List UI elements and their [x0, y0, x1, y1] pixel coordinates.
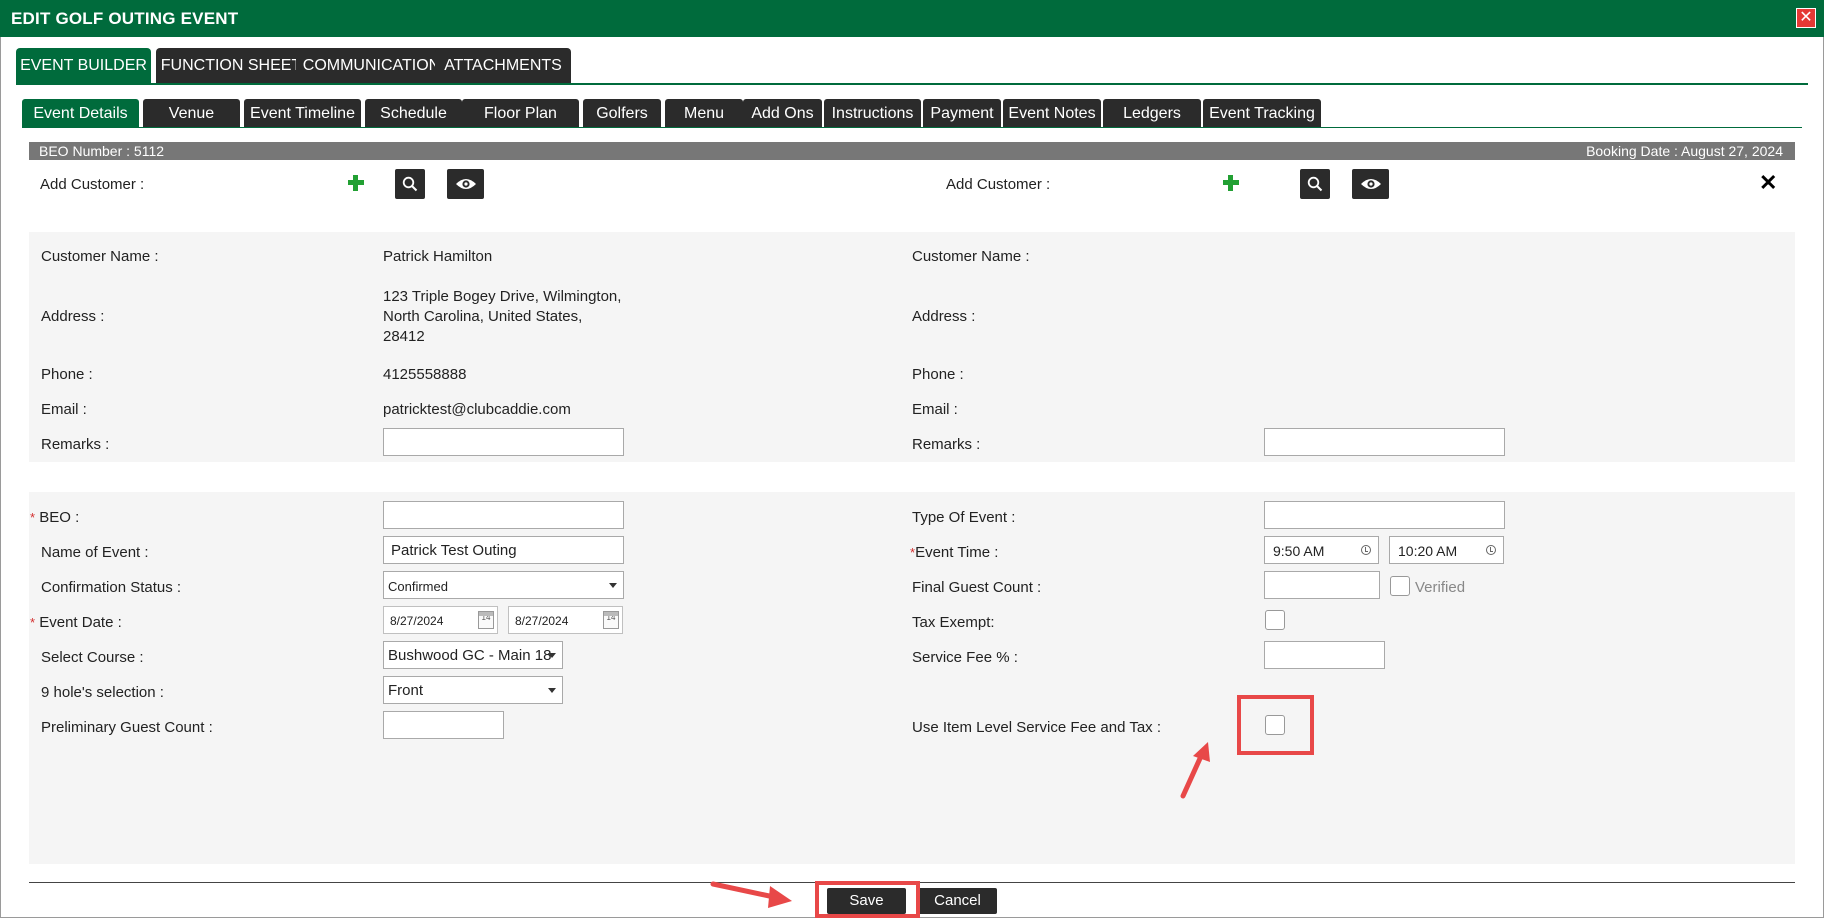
- address-line-3: 28412: [383, 328, 425, 345]
- cancel-button[interactable]: Cancel: [918, 888, 997, 914]
- event-time-end-picker[interactable]: 10:20 AM: [1389, 536, 1504, 564]
- service-fee-label: Service Fee % :: [912, 649, 1018, 666]
- item-level-service-fee-label: Use Item Level Service Fee and Tax :: [912, 719, 1162, 736]
- annotation-highlight-save: [815, 881, 920, 918]
- course-select[interactable]: Bushwood GC - Main 18: [383, 641, 563, 669]
- event-time-label: *Event Time :: [910, 544, 999, 561]
- subtab-instructions[interactable]: Instructions: [824, 99, 921, 127]
- address-label-right: Address :: [912, 308, 976, 325]
- required-mark: *: [30, 510, 36, 525]
- customer-info-panel: [29, 232, 1795, 462]
- tab-communication[interactable]: COMMUNICATION: [296, 48, 447, 84]
- search-customer-button-right[interactable]: [1300, 169, 1330, 199]
- tab-function-sheet[interactable]: FUNCTION SHEET: [156, 48, 306, 84]
- dialog-titlebar: EDIT GOLF OUTING EVENT ✕: [0, 0, 1824, 37]
- add-customer-label-right: Add Customer :: [946, 176, 1051, 193]
- subtab-event-tracking[interactable]: Event Tracking: [1203, 99, 1321, 127]
- address-label-left: Address :: [41, 308, 105, 325]
- add-customer-label-left: Add Customer :: [40, 176, 145, 193]
- email-label-right: Email :: [912, 401, 958, 418]
- subtab-payment[interactable]: Payment: [923, 99, 1001, 127]
- remarks-input-right[interactable]: [1264, 428, 1505, 456]
- beo-input[interactable]: [383, 501, 624, 529]
- add-customer-plus-icon-right[interactable]: [1222, 174, 1240, 192]
- beo-number: BEO Number : 5112: [39, 143, 165, 159]
- final-guest-count-label: Final Guest Count :: [912, 579, 1042, 596]
- search-icon: [402, 176, 418, 192]
- subtab-event-details[interactable]: Event Details: [22, 99, 139, 127]
- view-customer-button-left[interactable]: [447, 169, 484, 199]
- verified-label: Verified: [1415, 579, 1466, 596]
- subtab-add-ons[interactable]: Add Ons: [743, 99, 822, 127]
- event-name-label: Name of Event :: [41, 544, 149, 561]
- event-date-end-picker[interactable]: 8/27/2024 14: [508, 606, 623, 634]
- annotation-highlight-checkbox: [1237, 695, 1314, 755]
- close-icon[interactable]: ✕: [1796, 8, 1816, 28]
- clock-icon: [1361, 545, 1371, 555]
- verified-checkbox[interactable]: [1390, 576, 1410, 596]
- annotation-arrow-icon: [710, 881, 792, 908]
- remarks-label-right: Remarks :: [912, 436, 981, 453]
- select-course-label: Select Course :: [41, 649, 144, 666]
- dialog-title: EDIT GOLF OUTING EVENT: [11, 9, 239, 28]
- address-line-2: North Carolina, United States,: [383, 308, 583, 325]
- remove-customer-x-icon[interactable]: ✕: [1759, 172, 1777, 194]
- final-guest-count-input[interactable]: [1264, 571, 1380, 599]
- nine-hole-select[interactable]: Front: [383, 676, 563, 704]
- service-fee-input[interactable]: [1264, 641, 1385, 669]
- event-time-start-picker[interactable]: 9:50 AM: [1264, 536, 1379, 564]
- subtab-golfers[interactable]: Golfers: [583, 99, 661, 127]
- confirmation-status-select[interactable]: Confirmed: [383, 571, 624, 599]
- preliminary-guest-count-input[interactable]: [383, 711, 504, 739]
- search-customer-button-left[interactable]: [395, 169, 425, 199]
- search-icon: [1307, 176, 1323, 192]
- chevron-down-icon: [548, 653, 556, 658]
- tax-exempt-label: Tax Exempt:: [912, 614, 995, 631]
- phone-label-left: Phone :: [41, 366, 93, 383]
- customer-name-label-right: Customer Name :: [912, 248, 1030, 265]
- beo-header-bar: BEO Number : 5112 Booking Date : August …: [29, 142, 1795, 160]
- view-customer-button-right[interactable]: [1352, 169, 1389, 199]
- event-date-start-picker[interactable]: 8/27/2024 14: [383, 606, 498, 634]
- subtab-schedule[interactable]: Schedule: [365, 99, 462, 127]
- booking-date: Booking Date : August 27, 2024: [1586, 143, 1783, 159]
- add-customer-plus-icon-left[interactable]: [347, 174, 365, 192]
- phone-label-right: Phone :: [912, 366, 964, 383]
- calendar-icon[interactable]: 14: [478, 611, 494, 629]
- event-name-input[interactable]: [383, 536, 624, 564]
- type-of-event-input[interactable]: [1264, 501, 1505, 529]
- tax-exempt-checkbox[interactable]: [1265, 610, 1285, 630]
- email-label-left: Email :: [41, 401, 87, 418]
- subtab-event-timeline[interactable]: Event Timeline: [244, 99, 361, 127]
- chevron-down-icon: [609, 583, 617, 588]
- address-line-1: 123 Triple Bogey Drive, Wilmington,: [383, 288, 622, 305]
- tab-event-builder[interactable]: EVENT BUILDER: [16, 48, 151, 84]
- main-tab-underline: [16, 83, 1808, 85]
- sub-tab-underline: [22, 127, 1802, 128]
- eye-icon: [455, 179, 476, 189]
- remarks-label-left: Remarks :: [41, 436, 110, 453]
- nine-hole-label: 9 hole's selection :: [41, 684, 164, 701]
- clock-icon: [1486, 545, 1496, 555]
- customer-name-label-left: Customer Name :: [41, 248, 159, 265]
- preliminary-guest-count-label: Preliminary Guest Count :: [41, 719, 213, 736]
- tab-attachments[interactable]: ATTACHMENTS: [435, 48, 571, 84]
- customer-name-value: Patrick Hamilton: [383, 248, 493, 265]
- subtab-menu[interactable]: Menu: [665, 99, 743, 127]
- eye-icon: [1360, 179, 1381, 189]
- phone-value: 4125558888: [383, 366, 467, 383]
- subtab-ledgers[interactable]: Ledgers: [1103, 99, 1201, 127]
- remarks-input-left[interactable]: [383, 428, 624, 456]
- confirmation-status-label: Confirmation Status :: [41, 579, 182, 596]
- subtab-floor-plan[interactable]: Floor Plan: [462, 99, 579, 127]
- subtab-venue[interactable]: Venue: [143, 99, 240, 127]
- beo-label: * BEO :: [30, 509, 80, 526]
- chevron-down-icon: [548, 688, 556, 693]
- email-value: patricktest@clubcaddie.com: [383, 401, 571, 418]
- event-date-label: * Event Date :: [30, 614, 122, 631]
- annotation-arrow-icon: [1180, 742, 1210, 799]
- calendar-icon[interactable]: 14: [603, 611, 619, 629]
- type-of-event-label: Type Of Event :: [912, 509, 1016, 526]
- subtab-event-notes[interactable]: Event Notes: [1003, 99, 1101, 127]
